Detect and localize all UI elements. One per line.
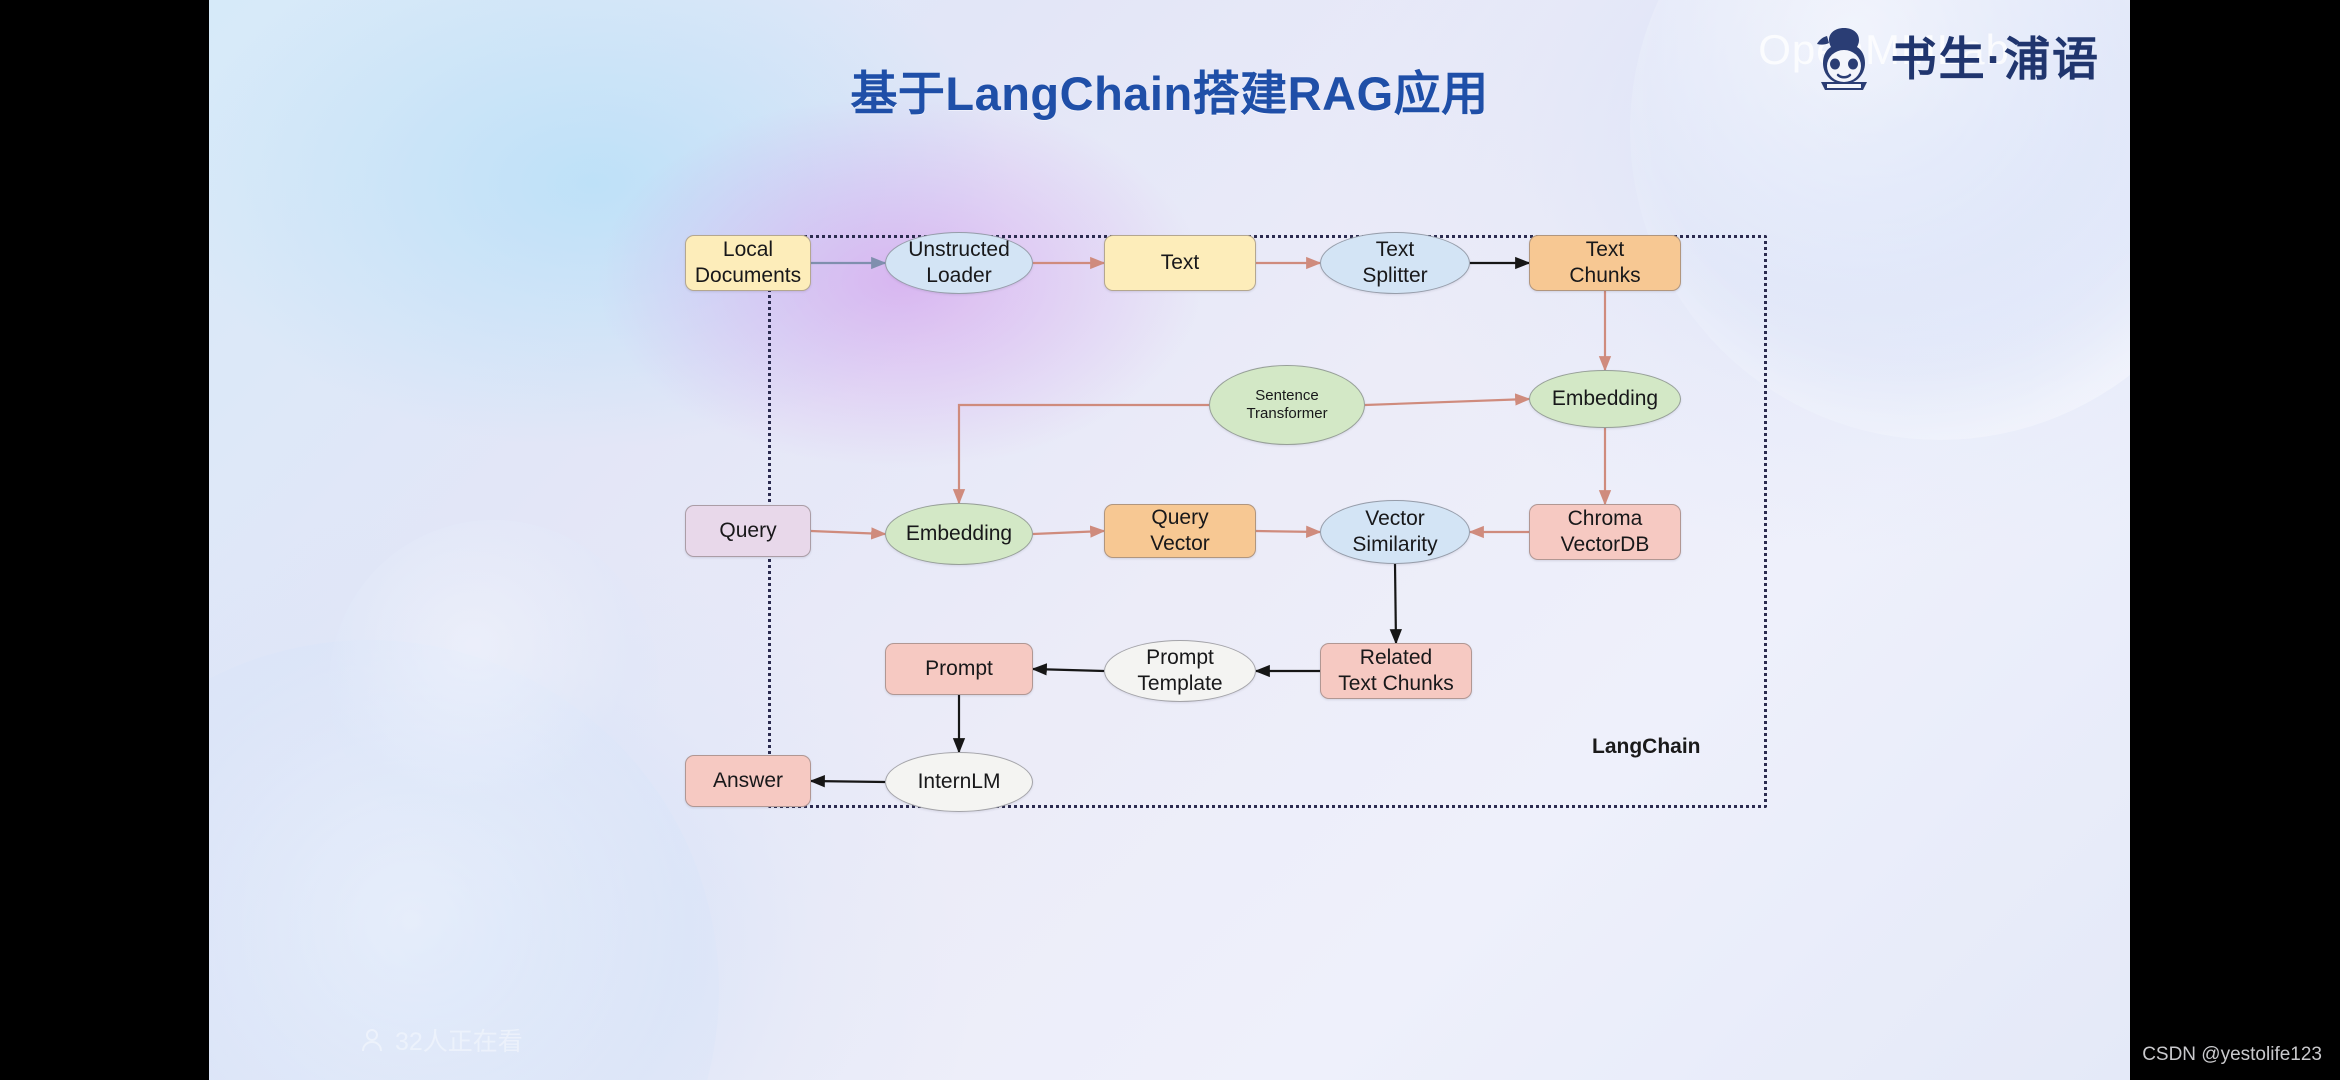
node-text-splitter: Text Splitter: [1320, 232, 1470, 294]
node-unstructed-loader: Unstructed Loader: [885, 232, 1033, 294]
node-vector-similarity: Vector Similarity: [1320, 500, 1470, 564]
node-text: Text: [1104, 235, 1256, 291]
node-prompt: Prompt: [885, 643, 1033, 695]
node-embedding-doc: Embedding: [1529, 370, 1681, 428]
node-internlm: InternLM: [885, 752, 1033, 812]
node-local-documents: Local Documents: [685, 235, 811, 291]
screen: 基于LangChain搭建RAG应用 OpenMMLab 书生·浦语 LangC…: [0, 0, 2340, 1080]
rag-architecture-diagram: LangChain Local Documents Unstructed Load…: [209, 0, 2130, 1080]
langchain-group-label: LangChain: [1592, 735, 1701, 758]
node-sentence-transformer: Sentence Transformer: [1209, 365, 1365, 445]
slide-canvas: 基于LangChain搭建RAG应用 OpenMMLab 书生·浦语 LangC…: [209, 0, 2130, 1080]
node-text-chunks: Text Chunks: [1529, 235, 1681, 291]
node-query: Query: [685, 505, 811, 557]
node-embedding-query: Embedding: [885, 503, 1033, 565]
node-related-text-chunks: Related Text Chunks: [1320, 643, 1472, 699]
node-query-vector: Query Vector: [1104, 504, 1256, 558]
node-answer: Answer: [685, 755, 811, 807]
csdn-watermark: CSDN @yestolife123: [2142, 1044, 2322, 1065]
node-chroma-vectordb: Chroma VectorDB: [1529, 504, 1681, 560]
node-prompt-template: Prompt Template: [1104, 640, 1256, 702]
